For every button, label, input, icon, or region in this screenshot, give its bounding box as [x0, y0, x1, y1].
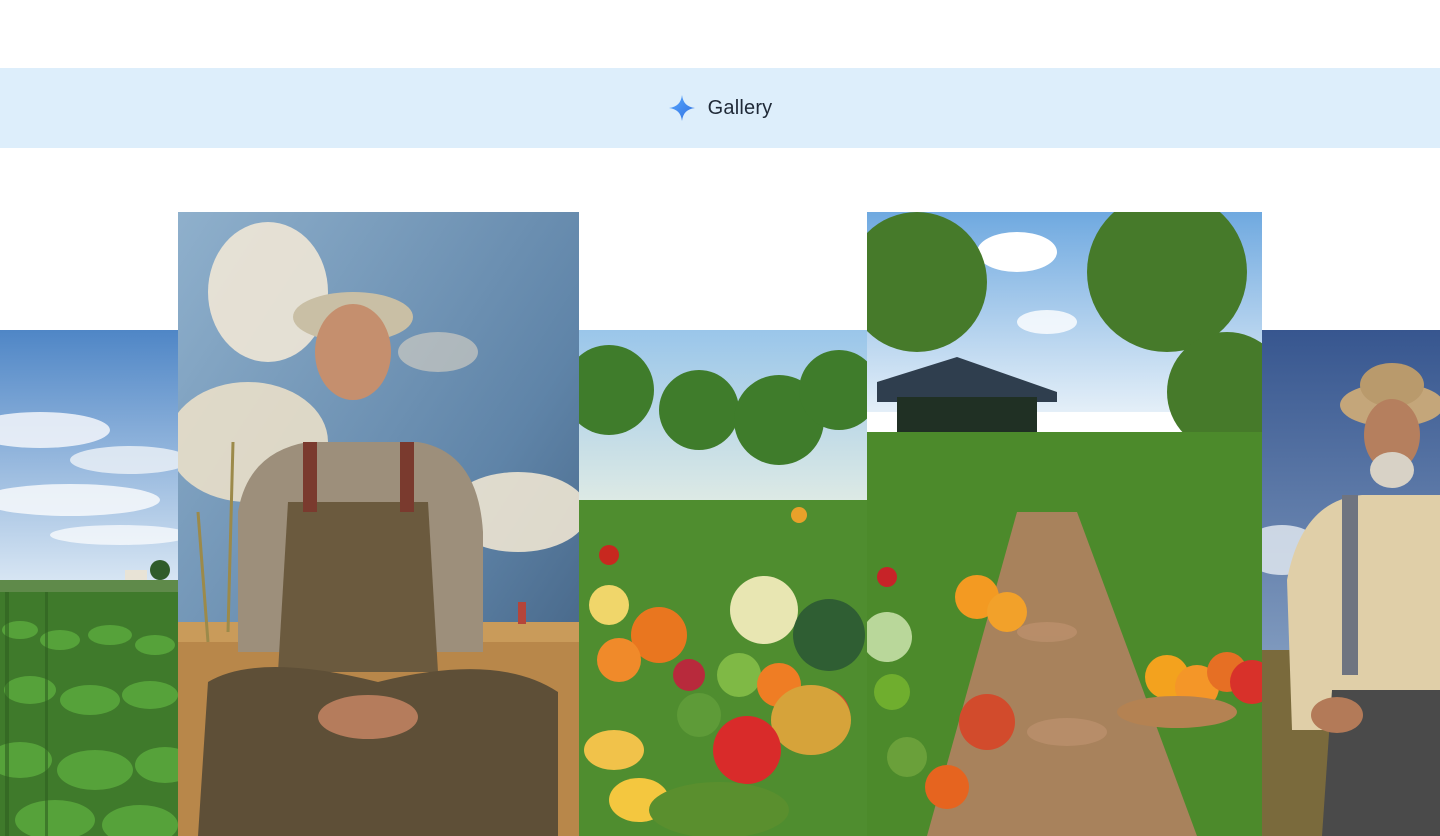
gallery-page: Gallery	[0, 0, 1440, 836]
gallery-image-farmer[interactable]	[178, 212, 579, 836]
gallery-image-vegetables[interactable]	[579, 330, 867, 836]
image-gallery	[0, 0, 1440, 836]
gallery-image-field[interactable]	[0, 330, 178, 836]
gallery-image-garden-path[interactable]	[867, 212, 1262, 836]
gallery-image-bearded-farmer[interactable]	[1262, 330, 1440, 836]
